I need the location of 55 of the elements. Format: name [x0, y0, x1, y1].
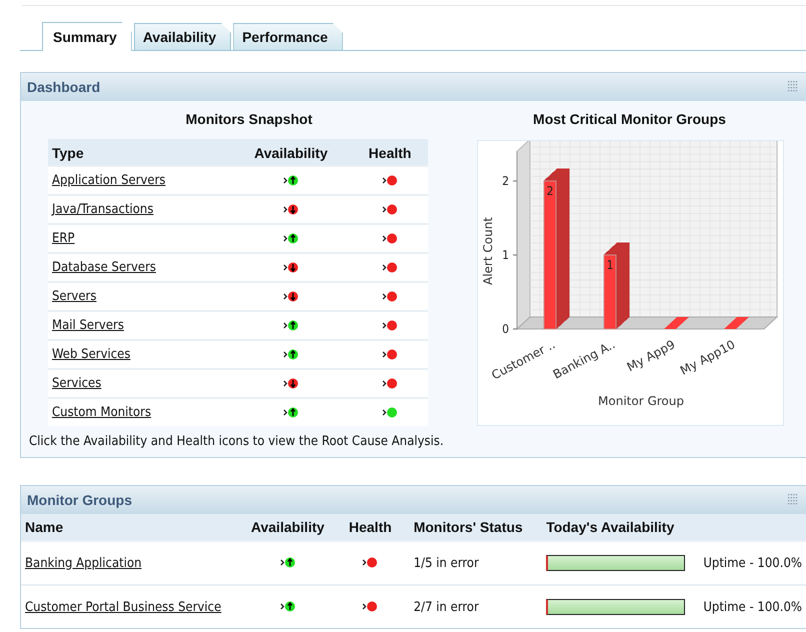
- health-icon[interactable]: [382, 348, 398, 361]
- column-header: Availability: [251, 519, 324, 535]
- data-label: 2: [546, 184, 554, 198]
- health-icon[interactable]: [362, 556, 378, 570]
- health-icon[interactable]: [362, 600, 378, 614]
- availability-icon[interactable]: [282, 376, 299, 390]
- section-title: Most Critical Monitor Groups: [532, 111, 727, 129]
- status-text: 2/7 in error: [414, 600, 479, 614]
- availability-icon[interactable]: [282, 290, 299, 303]
- status-text: 1/5 in error: [414, 556, 479, 570]
- availability-icon[interactable]: [282, 260, 299, 274]
- column-header: Health: [368, 145, 412, 161]
- column-header: Health: [348, 519, 392, 535]
- availability-icon[interactable]: [282, 174, 299, 187]
- availability-icon[interactable]: [280, 600, 296, 614]
- availability-icon[interactable]: [282, 232, 299, 245]
- column-header: Availability: [254, 145, 328, 161]
- availability-icon[interactable]: [282, 406, 299, 419]
- tab[interactable]: Summary: [42, 22, 132, 51]
- tick-label: 2: [502, 174, 509, 188]
- health-icon[interactable]: [382, 260, 398, 274]
- health-icon[interactable]: [382, 232, 398, 245]
- tick-label: 0: [502, 322, 509, 336]
- health-icon[interactable]: [382, 174, 398, 187]
- axis-title: Alert Count: [481, 217, 495, 285]
- hint-text: Click the Availability and Health icons to view the Root Cause Analysis.: [29, 434, 445, 449]
- availability-icon[interactable]: [282, 348, 299, 361]
- column-header: Monitors' Status: [414, 519, 523, 535]
- health-icon[interactable]: [382, 376, 398, 390]
- monitor-type-link[interactable]: ERP: [52, 231, 75, 246]
- grip-icon[interactable]: [788, 81, 798, 93]
- column-header: Type: [52, 145, 84, 161]
- column-header: Name: [25, 519, 64, 535]
- grip-icon[interactable]: [788, 494, 798, 506]
- tab[interactable]: Availability: [134, 23, 232, 50]
- panel-title: Dashboard: [27, 79, 100, 95]
- column-header: Today's Availability: [546, 519, 674, 535]
- uptime-text: Uptime - 100.0%: [703, 600, 802, 614]
- uptime-text: Uptime - 100.0%: [703, 556, 802, 570]
- section-title: Monitors Snapshot: [184, 111, 314, 129]
- health-icon[interactable]: [382, 406, 398, 419]
- monitor-type-link[interactable]: Servers: [52, 289, 96, 304]
- availability-icon[interactable]: [282, 202, 299, 216]
- availability-icon[interactable]: [282, 318, 299, 332]
- group-link[interactable]: Banking Application: [25, 556, 142, 570]
- tick-label: 1: [502, 248, 509, 262]
- panel-title: Monitor Groups: [27, 492, 132, 508]
- health-icon[interactable]: [382, 290, 398, 303]
- tab[interactable]: Performance: [233, 23, 343, 50]
- health-icon[interactable]: [382, 318, 398, 332]
- availability-icon[interactable]: [280, 556, 296, 570]
- data-label: 1: [606, 258, 614, 272]
- axis-title: Monitor Group: [598, 394, 684, 408]
- monitor-type-link[interactable]: Services: [52, 376, 102, 391]
- health-icon[interactable]: [382, 202, 398, 216]
